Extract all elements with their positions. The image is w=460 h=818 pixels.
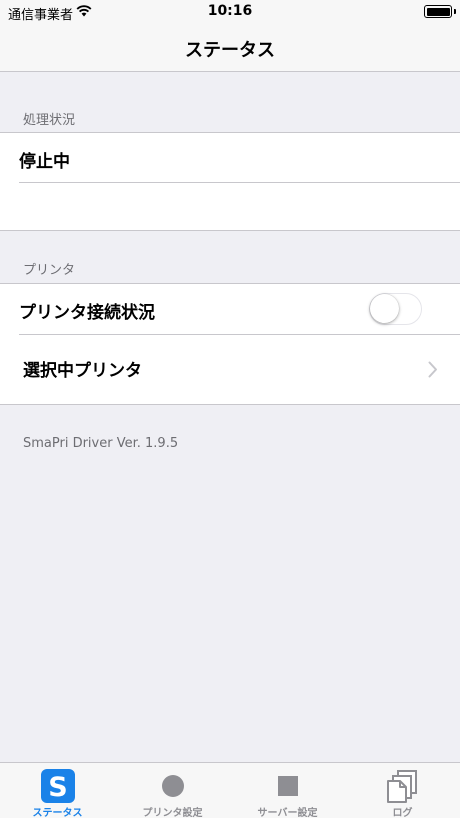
- processing-status-text: 停止中: [19, 152, 70, 172]
- tab-printer-settings[interactable]: プリンタ設定: [115, 763, 230, 818]
- printer-group: プリンタ接続状況 選択中プリンタ: [0, 283, 460, 405]
- tab-server-settings-label: サーバー設定: [257, 808, 318, 818]
- printer-section-header: プリンタ: [23, 263, 76, 278]
- navigation-bar: ステータス: [0, 24, 460, 72]
- printer-connection-label: プリンタ接続状況: [19, 303, 155, 323]
- tab-bar: S ステータス プリンタ設定 サーバー設定 ログ: [0, 762, 460, 818]
- documents-icon: [387, 770, 417, 803]
- status-s-icon: S: [41, 769, 75, 803]
- tab-status-label: ステータス: [32, 808, 83, 818]
- status-bar: 通信事業者 10:16: [0, 0, 460, 24]
- clock: 10:16: [207, 3, 253, 19]
- printer-connection-toggle[interactable]: [369, 293, 422, 325]
- processing-status-row: 停止中: [0, 133, 460, 182]
- tab-log-label: ログ: [392, 808, 413, 818]
- square-icon: [278, 776, 298, 796]
- battery-icon: [424, 5, 456, 18]
- printer-connection-row: プリンタ接続状況: [0, 284, 460, 334]
- chevron-right-icon: [428, 361, 438, 378]
- processing-section-header: 処理状況: [23, 113, 76, 128]
- svg-text:S: S: [48, 772, 67, 803]
- selected-printer-row[interactable]: 選択中プリンタ: [0, 334, 460, 404]
- tab-log[interactable]: ログ: [345, 763, 460, 818]
- processing-empty-row: [0, 182, 460, 230]
- processing-group: 停止中: [0, 132, 460, 231]
- page-title: ステータス: [185, 40, 275, 61]
- tab-printer-settings-label: プリンタ設定: [142, 808, 203, 818]
- app-version: SmaPri Driver Ver. 1.9.5: [23, 436, 179, 451]
- circle-icon: [162, 775, 184, 797]
- tab-status[interactable]: S ステータス: [0, 763, 115, 818]
- tab-server-settings[interactable]: サーバー設定: [230, 763, 345, 818]
- selected-printer-label: 選択中プリンタ: [23, 361, 142, 381]
- toggle-knob: [370, 294, 399, 323]
